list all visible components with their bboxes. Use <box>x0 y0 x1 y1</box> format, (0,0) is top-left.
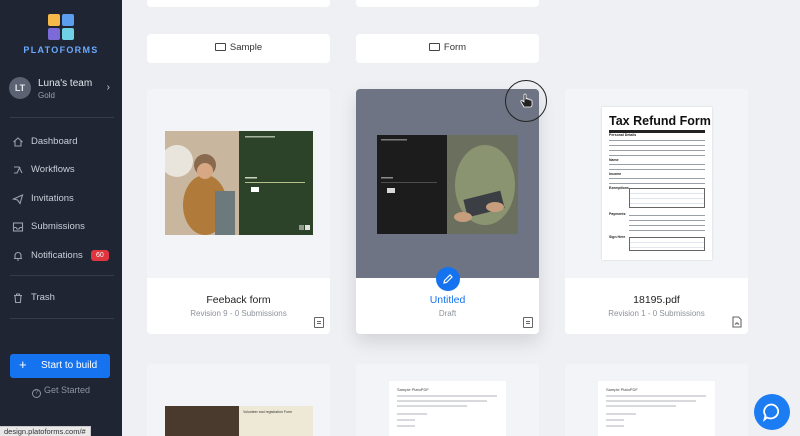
folder-card-partial[interactable] <box>147 0 330 7</box>
sidebar-item-notifications[interactable]: Notifications 60 <box>0 245 122 267</box>
get-started-label: Get Started <box>44 385 91 395</box>
folder-card-partial[interactable] <box>356 0 539 7</box>
doc-page-preview: Sample PlatoPDF <box>389 381 506 436</box>
hand-cursor-icon <box>520 93 533 108</box>
form-card-feeback[interactable]: Feeback form Revision 9 - 0 Submissions <box>147 89 330 334</box>
folder-card-sample[interactable]: Sample <box>147 34 330 63</box>
pdf-section: Exemptions <box>609 186 629 190</box>
divider <box>10 117 114 118</box>
sidebar-item-label: Submissions <box>31 221 85 232</box>
divider <box>10 318 114 319</box>
sidebar-item-trash[interactable]: Trash <box>0 287 122 309</box>
doc-title: Sample PlatoPDF <box>606 387 638 392</box>
edit-pencil-icon <box>443 274 453 284</box>
get-started-link[interactable]: ? Get Started <box>32 385 90 398</box>
team-plan: Gold <box>38 91 55 100</box>
chat-bubble-icon <box>762 403 780 422</box>
start-to-build-button[interactable]: + Start to build <box>10 354 110 378</box>
folder-card-form[interactable]: Form <box>356 34 539 63</box>
pdf-section: Sign Here <box>609 235 626 239</box>
form-preview <box>356 89 539 278</box>
sidebar-item-label: Dashboard <box>31 136 78 147</box>
brand-logo[interactable]: PLATOFORMS <box>0 14 122 55</box>
folder-icon <box>214 43 226 51</box>
form-meta: Draft <box>438 309 457 318</box>
form-card-partial[interactable]: Volunteer and registration Form <box>147 364 330 436</box>
workflow-icon <box>14 166 23 174</box>
pdf-section: Payments <box>609 212 626 216</box>
avatar: LT <box>9 77 31 99</box>
pdf-section: Name <box>609 158 619 162</box>
sidebar-item-label: Notifications <box>31 250 83 261</box>
form-meta: Revision 9 - 0 Submissions <box>190 309 287 318</box>
sidebar-item-label: Trash <box>31 292 55 303</box>
logo-mark-icon <box>48 14 74 40</box>
form-card-partial[interactable]: Sample PlatoPDF <box>565 364 748 436</box>
sidebar-item-label: Invitations <box>31 193 74 204</box>
help-chat-button[interactable] <box>754 394 790 430</box>
folder-label: Form <box>356 42 539 53</box>
cursor-highlight <box>505 80 547 122</box>
form-preview <box>147 89 330 278</box>
form-preview: Sample PlatoPDF <box>356 364 539 436</box>
notification-count-badge: 60 <box>91 250 109 261</box>
pdf-section: Income <box>609 172 622 176</box>
sidebar-item-submissions[interactable]: Submissions <box>0 216 122 238</box>
pdf-file-icon <box>732 316 742 328</box>
team-switcher[interactable]: LT Luna's team Gold › <box>0 72 122 106</box>
divider <box>10 275 114 276</box>
inbox-icon <box>12 222 24 232</box>
trash-icon <box>14 293 22 304</box>
sidebar: PLATOFORMS LT Luna's team Gold › Dashboa… <box>0 0 122 436</box>
sidebar-item-dashboard[interactable]: Dashboard <box>0 131 122 153</box>
form-card-pdf[interactable]: Tax Refund Form Personal Details Name In… <box>565 89 748 334</box>
team-name: Luna's team <box>38 78 93 89</box>
form-type-icon <box>523 317 533 328</box>
doc-page-preview: Sample PlatoPDF <box>598 381 715 436</box>
form-preview: Volunteer and registration Form <box>147 364 330 436</box>
sidebar-item-invitations[interactable]: Invitations <box>0 188 122 210</box>
form-thumbnail-image <box>377 135 518 234</box>
sidebar-item-workflows[interactable]: Workflows <box>0 159 122 181</box>
send-icon <box>12 194 24 205</box>
pdf-section: Personal Details <box>609 133 637 137</box>
home-icon <box>13 137 23 147</box>
form-title: Untitled <box>429 294 466 306</box>
edit-form-button[interactable] <box>436 267 460 291</box>
brand-name: PLATOFORMS <box>23 45 99 55</box>
form-card-partial[interactable]: Sample PlatoPDF <box>356 364 539 436</box>
help-circle-icon: ? <box>32 389 41 398</box>
sidebar-item-label: Workflows <box>31 164 75 175</box>
doc-title: Sample PlatoPDF <box>397 387 429 392</box>
preview-banner-text: Volunteer and registration Form <box>243 410 293 414</box>
form-meta: Revision 1 - 0 Submissions <box>608 309 705 318</box>
form-thumbnail-image <box>165 406 239 436</box>
form-card-untitled[interactable]: Untitled Draft <box>356 89 539 334</box>
form-thumbnail-image <box>165 131 313 235</box>
start-to-build-label: Start to build <box>41 360 98 371</box>
form-title: 18195.pdf <box>633 294 680 306</box>
browser-status-url: design.platoforms.com/# <box>0 426 91 436</box>
folder-icon <box>428 43 440 51</box>
folder-label: Sample <box>147 42 330 53</box>
pdf-heading: Tax Refund Form <box>609 114 711 128</box>
form-title: Feeback form <box>206 294 271 306</box>
form-preview: Tax Refund Form Personal Details Name In… <box>565 89 748 278</box>
plus-icon: + <box>19 357 27 372</box>
pdf-page-preview: Tax Refund Form Personal Details Name In… <box>602 107 712 260</box>
chevron-right-icon: › <box>106 82 110 93</box>
form-type-icon <box>314 317 324 328</box>
bell-icon <box>14 252 22 261</box>
form-preview: Sample PlatoPDF <box>565 364 748 436</box>
